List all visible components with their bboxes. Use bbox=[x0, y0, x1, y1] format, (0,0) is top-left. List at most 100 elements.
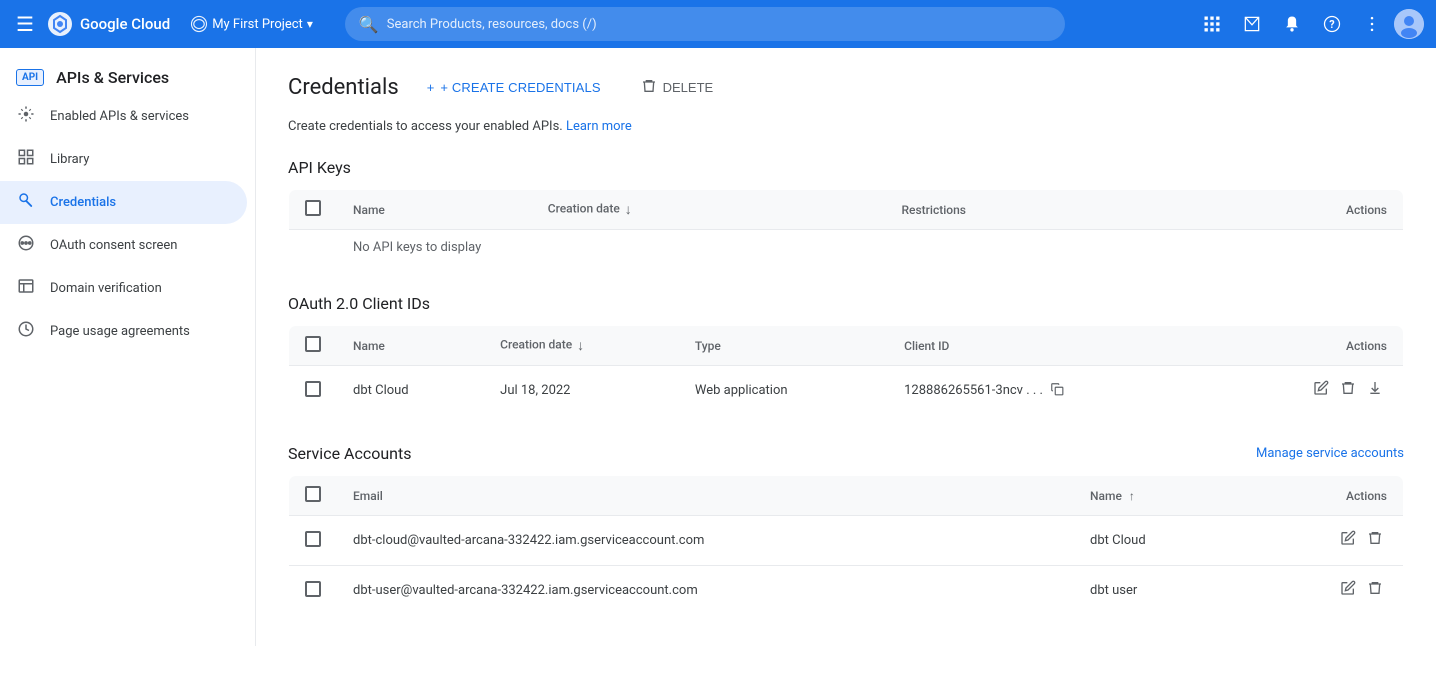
copy-client-id-button[interactable] bbox=[1046, 380, 1068, 401]
sidebar-item-enabled-apis[interactable]: Enabled APIs & services bbox=[0, 95, 247, 138]
sa-row1-checkbox-cell bbox=[289, 516, 338, 566]
oauth-type-header: Type bbox=[679, 326, 888, 366]
oauth-row-actions bbox=[1217, 366, 1403, 416]
gmail-button[interactable] bbox=[1234, 6, 1270, 42]
oauth-table: Name Creation date ↓ Type Client ID Acti… bbox=[288, 325, 1404, 416]
edit-oauth-button[interactable] bbox=[1309, 376, 1333, 405]
delete-sa1-button[interactable] bbox=[1363, 526, 1387, 555]
oauth-consent-icon bbox=[16, 234, 36, 257]
service-accounts-table: Email Name ↑ Actions dbt-cloud@vaulted-a… bbox=[288, 475, 1404, 616]
info-bar: Create credentials to access your enable… bbox=[288, 119, 1404, 134]
domain-verification-icon bbox=[16, 277, 36, 300]
sidebar-header: API APIs & Services bbox=[0, 56, 255, 95]
api-keys-select-all-header bbox=[289, 190, 338, 230]
credentials-icon bbox=[16, 191, 36, 214]
learn-more-link[interactable]: Learn more bbox=[566, 119, 632, 134]
google-cloud-logo[interactable]: Google Cloud bbox=[46, 10, 170, 38]
logo-text: Google Cloud bbox=[80, 15, 170, 33]
layout: API APIs & Services Enabled APIs & servi… bbox=[0, 48, 1436, 646]
page-usage-icon bbox=[16, 320, 36, 343]
sa-row1-actions bbox=[1243, 516, 1404, 566]
project-dropdown-icon: ▾ bbox=[307, 17, 313, 31]
page-header: Credentials + + CREATE CREDENTIALS DELET… bbox=[288, 72, 1404, 103]
sa-row2-checkbox[interactable] bbox=[305, 581, 321, 597]
sa-row1-checkbox[interactable] bbox=[305, 531, 321, 547]
sa-select-all-header bbox=[289, 476, 338, 516]
oauth-section: OAuth 2.0 Client IDs Name Creation date … bbox=[288, 294, 1404, 416]
sidebar-item-credentials[interactable]: Credentials bbox=[0, 181, 247, 224]
main-content: Credentials + + CREATE CREDENTIALS DELET… bbox=[256, 48, 1436, 646]
api-keys-select-all-checkbox[interactable] bbox=[305, 200, 321, 216]
oauth-actions-header: Actions bbox=[1217, 326, 1403, 366]
api-keys-name-header: Name bbox=[337, 190, 532, 230]
oauth-row-client-id: 128886265561-3ncv . . . bbox=[888, 366, 1217, 416]
oauth-client-id-header: Client ID bbox=[888, 326, 1217, 366]
page-title: Credentials bbox=[288, 75, 399, 100]
api-keys-title: API Keys bbox=[288, 158, 1404, 177]
sidebar-item-oauth-consent[interactable]: OAuth consent screen bbox=[0, 224, 247, 267]
oauth-select-all-header bbox=[289, 326, 338, 366]
sidebar-item-page-usage-label: Page usage agreements bbox=[50, 324, 190, 339]
table-row: dbt-user@vaulted-arcana-332422.iam.gserv… bbox=[289, 566, 1404, 616]
oauth-name-header: Name bbox=[337, 326, 484, 366]
sa-name-header[interactable]: Name ↑ bbox=[1074, 476, 1242, 516]
client-id-value: 128886265561-3ncv . . . bbox=[904, 383, 1043, 398]
oauth-select-all-checkbox[interactable] bbox=[305, 336, 321, 352]
api-badge: API bbox=[16, 69, 44, 86]
oauth-header-row: Name Creation date ↓ Type Client ID Acti… bbox=[289, 326, 1404, 366]
delete-label: DELETE bbox=[663, 80, 714, 95]
api-keys-empty-checkbox-cell bbox=[289, 230, 338, 266]
menu-icon[interactable]: ☰ bbox=[12, 8, 38, 40]
api-keys-empty-row: No API keys to display bbox=[289, 230, 1404, 266]
edit-sa1-button[interactable] bbox=[1336, 526, 1360, 555]
edit-sa2-button[interactable] bbox=[1336, 576, 1360, 605]
sidebar-item-domain-verification[interactable]: Domain verification bbox=[0, 267, 247, 310]
sa-select-all-checkbox[interactable] bbox=[305, 486, 321, 502]
api-keys-actions-header: Actions bbox=[1180, 190, 1404, 230]
delete-icon bbox=[641, 78, 657, 97]
manage-service-accounts-link[interactable]: Manage service accounts bbox=[1256, 446, 1404, 461]
oauth-row-type: Web application bbox=[679, 366, 888, 416]
project-selector[interactable]: My First Project ▾ bbox=[182, 11, 321, 37]
download-oauth-button[interactable] bbox=[1363, 376, 1387, 405]
sidebar-item-page-usage[interactable]: Page usage agreements bbox=[0, 310, 247, 353]
more-options-button[interactable] bbox=[1354, 6, 1390, 42]
search-bar[interactable]: 🔍 Search Products, resources, docs (/) bbox=[345, 7, 1065, 41]
delete-oauth-button[interactable] bbox=[1336, 376, 1360, 405]
sidebar-item-oauth-consent-label: OAuth consent screen bbox=[50, 238, 177, 253]
search-placeholder: Search Products, resources, docs (/) bbox=[387, 17, 597, 32]
topbar: ☰ Google Cloud My First Project ▾ 🔍 Sear… bbox=[0, 0, 1436, 48]
svg-text:?: ? bbox=[1329, 18, 1334, 31]
delete-sa2-button[interactable] bbox=[1363, 576, 1387, 605]
apps-button[interactable] bbox=[1194, 6, 1230, 42]
oauth-row-checkbox[interactable] bbox=[305, 381, 321, 397]
create-plus-icon: + bbox=[427, 80, 435, 95]
create-credentials-button[interactable]: + + CREATE CREDENTIALS bbox=[415, 74, 613, 101]
avatar[interactable] bbox=[1394, 9, 1424, 39]
sidebar-item-library-label: Library bbox=[50, 152, 89, 167]
service-accounts-header-row: Email Name ↑ Actions bbox=[289, 476, 1404, 516]
oauth-row-creation-date: Jul 18, 2022 bbox=[484, 366, 679, 416]
oauth-creation-date-header[interactable]: Creation date ↓ bbox=[484, 326, 679, 366]
api-keys-empty-message: No API keys to display bbox=[337, 230, 1404, 266]
service-accounts-header: Service Accounts Manage service accounts bbox=[288, 444, 1404, 463]
delete-button[interactable]: DELETE bbox=[629, 72, 726, 103]
notifications-button[interactable] bbox=[1274, 6, 1310, 42]
oauth-row-name: dbt Cloud bbox=[337, 366, 484, 416]
sa-row1-email: dbt-cloud@vaulted-arcana-332422.iam.gser… bbox=[337, 516, 1074, 566]
oauth-row-checkbox-cell bbox=[289, 366, 338, 416]
help-button[interactable]: ? bbox=[1314, 6, 1350, 42]
table-row: dbt Cloud Jul 18, 2022 Web application 1… bbox=[289, 366, 1404, 416]
sidebar-item-library[interactable]: Library bbox=[0, 138, 247, 181]
search-icon: 🔍 bbox=[359, 15, 379, 34]
sa-row2-name: dbt user bbox=[1074, 566, 1242, 616]
sidebar-title: APIs & Services bbox=[56, 68, 169, 87]
api-keys-creation-date-header[interactable]: Creation date ↓ bbox=[532, 190, 886, 230]
api-keys-table: Name Creation date ↓ Restrictions Action… bbox=[288, 189, 1404, 266]
sidebar: API APIs & Services Enabled APIs & servi… bbox=[0, 48, 256, 646]
sidebar-item-enabled-apis-label: Enabled APIs & services bbox=[50, 109, 189, 124]
sa-row2-checkbox-cell bbox=[289, 566, 338, 616]
sa-name-sort-icon: ↑ bbox=[1129, 489, 1135, 503]
create-credentials-label: + CREATE CREDENTIALS bbox=[440, 80, 600, 95]
creation-date-sort-icon: ↓ bbox=[625, 201, 632, 218]
